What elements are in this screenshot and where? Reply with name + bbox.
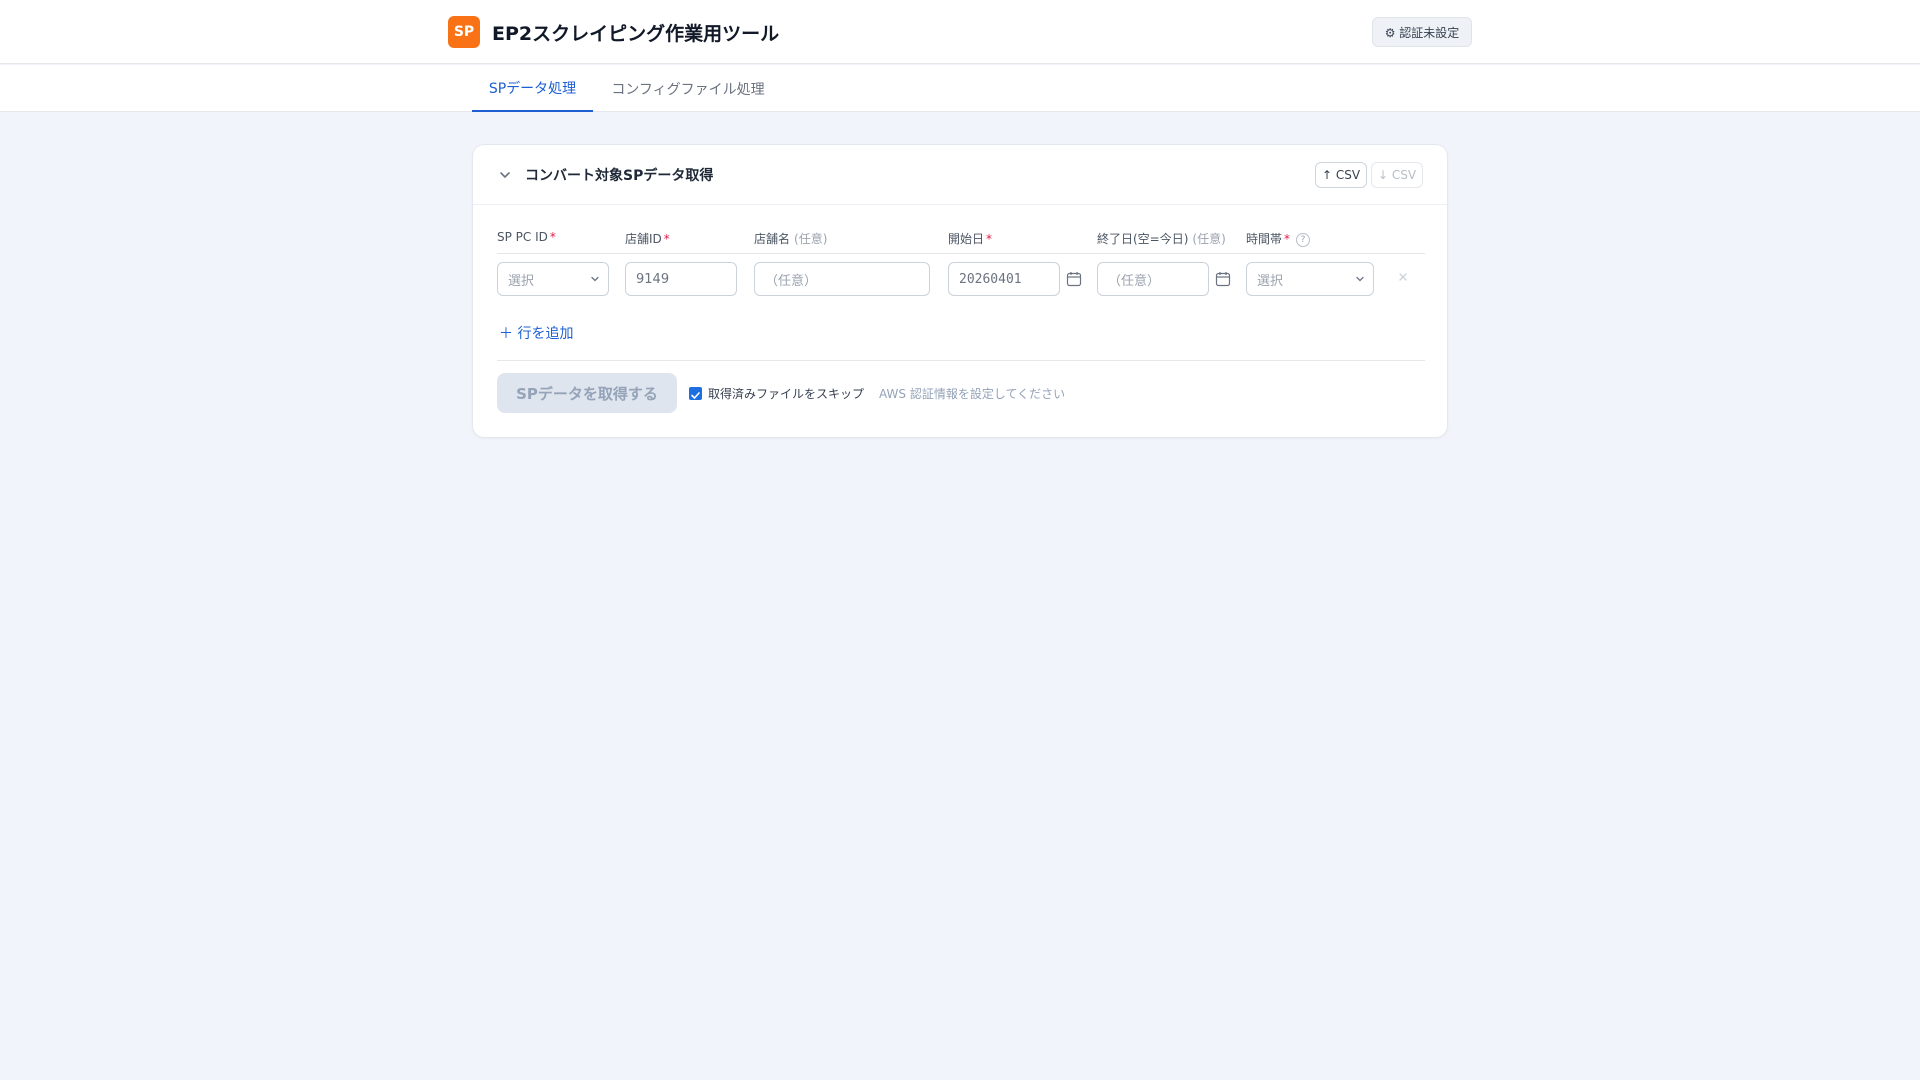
- aws-credentials-note: AWS 認証情報を設定してください: [879, 387, 1066, 401]
- fetch-sp-data-button[interactable]: SPデータを取得する: [497, 373, 677, 413]
- input-placeholder: 9149: [636, 271, 670, 287]
- select-value: 選択: [508, 273, 535, 289]
- input-placeholder: （任意）: [1108, 273, 1161, 289]
- sp-data-fetch-card: コンバート対象SPデータ取得 ↑ CSV ↓ CSV SP PC ID * 店舗I…: [472, 144, 1448, 438]
- col-label-store-id: 店舗ID *: [625, 230, 670, 247]
- required-mark: *: [986, 232, 993, 246]
- start-date-input[interactable]: 20260401: [948, 262, 1060, 296]
- app-logo: SP: [448, 16, 480, 48]
- help-icon[interactable]: ?: [1296, 232, 1311, 247]
- app-header: SP EP2スクレイピング作業用ツール ⚙ 認証未設定: [0, 0, 1920, 64]
- divider: [497, 253, 1425, 254]
- col-label-text: 時間帯: [1246, 232, 1283, 246]
- select-value: 選択: [1257, 273, 1284, 289]
- csv-upload-button[interactable]: ↑ CSV: [1315, 162, 1367, 188]
- time-slot-select[interactable]: 選択: [1246, 262, 1374, 296]
- end-date-input[interactable]: （任意）: [1097, 262, 1209, 296]
- col-label-text: 開始日: [948, 232, 985, 246]
- sp-pc-id-select[interactable]: 選択: [497, 262, 609, 296]
- calendar-icon[interactable]: [1066, 271, 1082, 287]
- calendar-icon[interactable]: [1215, 271, 1231, 287]
- required-mark: *: [549, 230, 556, 244]
- input-value: 20260401: [959, 271, 1022, 287]
- col-label-text: SP PC ID: [497, 230, 548, 244]
- card-title: コンバート対象SPデータ取得: [525, 168, 714, 184]
- skip-fetched-label[interactable]: 取得済みファイルをスキップ: [708, 385, 864, 402]
- store-id-input[interactable]: 9149: [625, 262, 737, 296]
- optional-mark: (任意): [794, 232, 828, 246]
- chevron-down-icon: [591, 276, 599, 282]
- app-title: EP2スクレイピング作業用ツール: [492, 23, 780, 45]
- col-label-time-slot: 時間帯 *?: [1246, 230, 1311, 247]
- close-icon[interactable]: [1395, 269, 1411, 285]
- tab-bar: SPデータ処理 コンフィグファイル処理: [0, 65, 1920, 112]
- col-label-end-date: 終了日(空=今日) (任意): [1097, 230, 1226, 247]
- required-mark: *: [1284, 232, 1291, 246]
- auth-settings-button[interactable]: ⚙ 認証未設定: [1372, 17, 1472, 47]
- csv-download-button[interactable]: ↓ CSV: [1371, 162, 1423, 188]
- add-row-button[interactable]: ＋ 行を追加: [499, 323, 573, 343]
- checkmark-icon: [691, 392, 700, 399]
- col-label-text: 店舗ID: [625, 232, 662, 246]
- card-header[interactable]: コンバート対象SPデータ取得 ↑ CSV ↓ CSV: [473, 145, 1447, 205]
- tab-sp-data[interactable]: SPデータ処理: [472, 65, 593, 112]
- chevron-down-icon[interactable]: [497, 167, 513, 183]
- col-label-store-name: 店舗名 (任意): [754, 230, 827, 247]
- skip-fetched-checkbox[interactable]: [689, 387, 702, 400]
- optional-mark: (任意): [1192, 232, 1226, 246]
- col-label-text: 終了日(空=今日): [1097, 232, 1189, 246]
- col-label-sp-pc-id: SP PC ID *: [497, 230, 556, 244]
- col-label-text: 店舗名: [754, 232, 791, 246]
- store-name-input[interactable]: （任意）: [754, 262, 930, 296]
- tab-config-file[interactable]: コンフィグファイル処理: [593, 65, 783, 112]
- col-label-start-date: 開始日 *: [948, 230, 992, 247]
- required-mark: *: [663, 232, 670, 246]
- divider: [497, 360, 1425, 361]
- input-placeholder: （任意）: [765, 273, 818, 289]
- chevron-down-icon: [1356, 276, 1364, 282]
